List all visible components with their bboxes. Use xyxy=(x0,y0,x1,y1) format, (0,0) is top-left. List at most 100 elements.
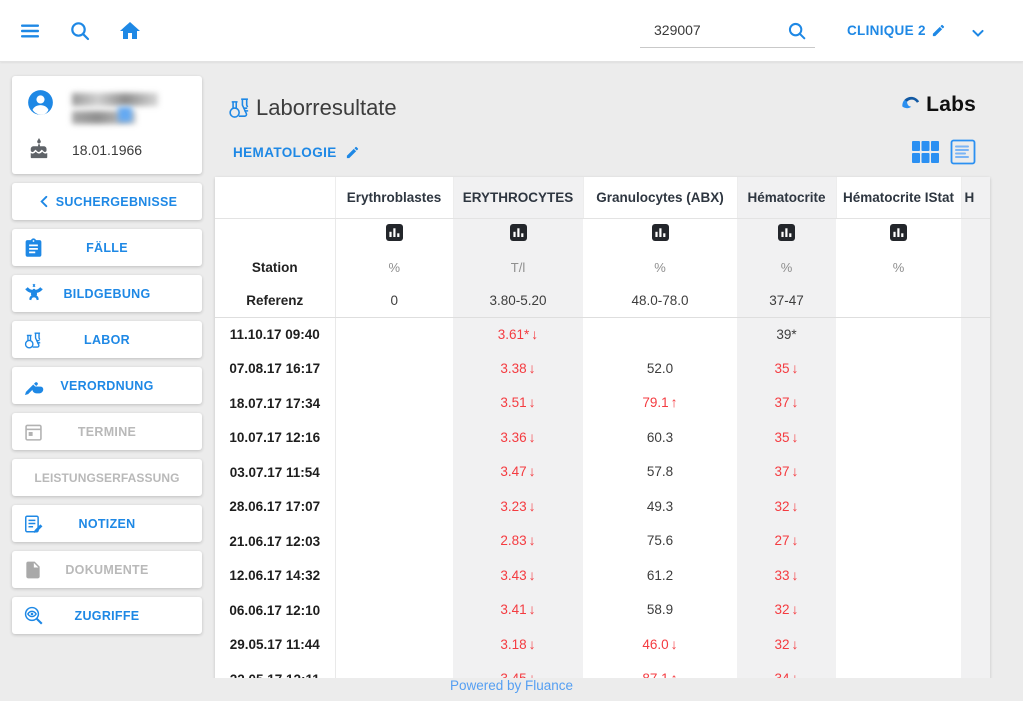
sidebar-item-faelle[interactable]: FÄLLE xyxy=(12,229,202,266)
table-row: 03.07.17 11:543.47↓57.837↓ xyxy=(215,455,990,490)
result-cell: 2.83↓ xyxy=(453,524,583,559)
chart-icon[interactable] xyxy=(652,224,669,241)
row-date: 18.07.17 17:34 xyxy=(215,386,335,421)
sidebar-item-notizen[interactable]: NOTIZEN xyxy=(12,505,202,542)
trend-arrow-icon: ↓ xyxy=(529,498,536,514)
clinic-selector[interactable]: CLINIQUE 2 xyxy=(847,23,946,38)
trend-arrow-icon: ↓ xyxy=(529,567,536,583)
chart-icon-cell xyxy=(961,218,990,251)
result-cell xyxy=(961,421,990,456)
patient-avatar-icon xyxy=(27,89,54,121)
chart-icon[interactable] xyxy=(778,224,795,241)
column-header[interactable]: H xyxy=(961,177,990,218)
table-row: 28.06.17 17:073.23↓49.332↓ xyxy=(215,490,990,525)
chart-icon-cell xyxy=(335,218,453,251)
result-cell xyxy=(961,317,990,352)
sidebar-item-labor[interactable]: LABOR xyxy=(12,321,202,358)
result-cell xyxy=(335,317,453,352)
sidebar-item-termine: TERMINE xyxy=(12,413,202,450)
clinic-label: CLINIQUE 2 xyxy=(847,23,926,38)
chevron-down-icon[interactable] xyxy=(968,23,988,48)
unit-cell: % xyxy=(335,251,453,284)
result-cell: 46.0↓ xyxy=(583,628,737,663)
result-cell xyxy=(836,317,961,352)
sidebar-item-verordnung[interactable]: VERORDNUNG xyxy=(12,367,202,404)
result-cell xyxy=(335,559,453,594)
sidebar-item-bildgebung[interactable]: BILDGEBUNG xyxy=(12,275,202,312)
result-cell: 37↓ xyxy=(737,455,836,490)
edit-clinic-pencil-icon xyxy=(931,23,946,38)
grid-view-icon[interactable] xyxy=(912,141,939,164)
row-date: 10.07.17 12:16 xyxy=(215,421,335,456)
column-header[interactable]: Granulocytes (ABX) xyxy=(583,177,737,218)
chevron-left-icon xyxy=(37,194,52,209)
result-cell xyxy=(961,490,990,525)
trend-arrow-icon: ↓ xyxy=(792,429,799,445)
trend-arrow-icon: ↓ xyxy=(792,498,799,514)
lab-results-table-card: ErythroblastesERYTHROCYTESGranulocytes (… xyxy=(215,177,990,701)
result-cell xyxy=(961,593,990,628)
hamburger-menu-icon[interactable] xyxy=(18,19,42,48)
list-view-icon[interactable] xyxy=(950,139,976,165)
chart-icon[interactable] xyxy=(890,224,907,241)
table-row: 06.06.17 12:103.41↓58.932↓ xyxy=(215,593,990,628)
chart-icon-cell xyxy=(583,218,737,251)
result-cell xyxy=(961,559,990,594)
column-header[interactable]: ERYTHROCYTES xyxy=(453,177,583,218)
search-icon[interactable] xyxy=(68,19,92,48)
result-cell xyxy=(836,421,961,456)
result-cell: 3.41↓ xyxy=(453,593,583,628)
result-cell xyxy=(335,628,453,663)
result-cell: 32↓ xyxy=(737,593,836,628)
result-cell xyxy=(836,352,961,387)
trend-arrow-icon: ↓ xyxy=(529,532,536,548)
table-corner-cell xyxy=(215,177,335,218)
result-cell xyxy=(961,386,990,421)
result-cell xyxy=(335,593,453,628)
main-content: Laborresultate Labs HEMATOLOGIE Erythrob… xyxy=(215,62,990,701)
result-cell xyxy=(335,386,453,421)
patient-card[interactable]: 18.01.1966 xyxy=(12,76,202,174)
column-header-row: ErythroblastesERYTHROCYTESGranulocytes (… xyxy=(215,177,990,218)
result-cell xyxy=(836,559,961,594)
trend-arrow-icon: ↓ xyxy=(792,532,799,548)
result-cell: 35↓ xyxy=(737,421,836,456)
powered-by-label: Powered by Fluance xyxy=(450,678,573,693)
result-cell: 3.38↓ xyxy=(453,352,583,387)
station-row: Station%T/l%%% xyxy=(215,251,990,284)
trend-arrow-icon: ↑ xyxy=(671,394,678,410)
footer-band: Powered by Fluance xyxy=(0,678,1023,701)
unit-cell: % xyxy=(836,251,961,284)
home-icon[interactable] xyxy=(118,19,142,48)
access-eye-magnifier-icon xyxy=(23,605,45,627)
sidebar-item-zugriffe[interactable]: ZUGRIFFE xyxy=(12,597,202,634)
patient-birthdate: 18.01.1966 xyxy=(72,142,142,158)
chart-icon[interactable] xyxy=(386,224,403,241)
referenz-row: Referenz03.80-5.2048.0-78.037-47 xyxy=(215,284,990,317)
labs-brand: Labs xyxy=(899,93,976,117)
unit-cell: % xyxy=(737,251,836,284)
column-header[interactable]: Erythroblastes xyxy=(335,177,453,218)
back-to-search-results-button[interactable]: SUCHERGEBNISSE xyxy=(12,183,202,220)
patient-name-redacted xyxy=(72,93,164,129)
category-selector[interactable]: HEMATOLOGIE xyxy=(233,145,360,160)
submit-search-icon[interactable] xyxy=(786,20,808,47)
table-row: 07.08.17 16:173.38↓52.035↓ xyxy=(215,352,990,387)
result-cell xyxy=(836,628,961,663)
trend-arrow-icon: ↓ xyxy=(792,601,799,617)
result-cell xyxy=(335,455,453,490)
result-cell: 61.2 xyxy=(583,559,737,594)
row-date: 29.05.17 11:44 xyxy=(215,628,335,663)
chart-icon[interactable] xyxy=(510,224,527,241)
table-row: 12.06.17 14:323.43↓61.233↓ xyxy=(215,559,990,594)
unit-cell xyxy=(961,251,990,284)
result-cell: 27↓ xyxy=(737,524,836,559)
birthday-cake-icon xyxy=(28,138,50,165)
trend-arrow-icon: ↓ xyxy=(671,636,678,652)
result-cell: 3.61*↓ xyxy=(453,317,583,352)
column-header[interactable]: Hématocrite xyxy=(737,177,836,218)
result-cell xyxy=(961,524,990,559)
trend-arrow-icon: ↓ xyxy=(792,394,799,410)
result-cell: 3.51↓ xyxy=(453,386,583,421)
column-header[interactable]: Hématocrite IStat xyxy=(836,177,961,218)
